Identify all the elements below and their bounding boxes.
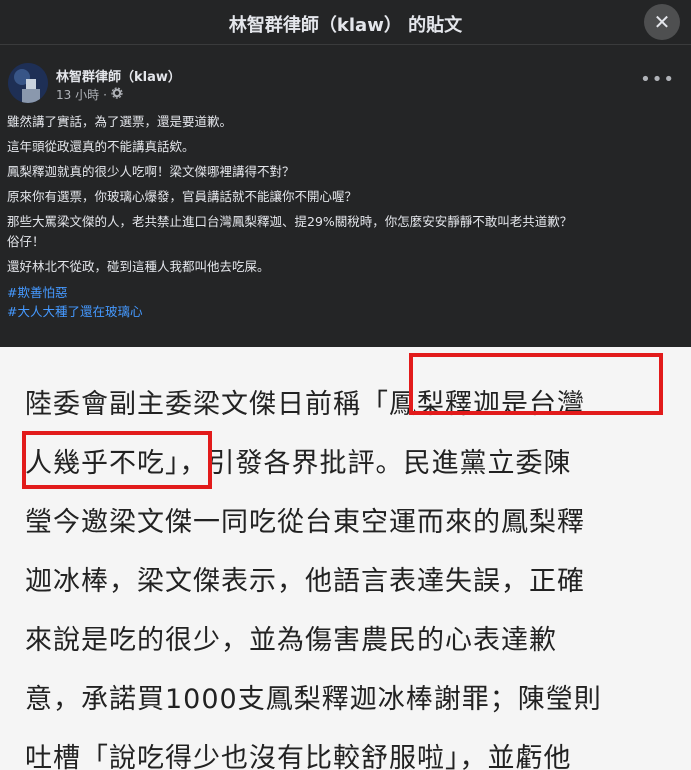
post-container: 林智群律師（klaw） 13 小時 · ••• 雖然講了實話，為了選票，還是要道… <box>0 45 691 347</box>
article-image[interactable]: 陸委會副主委梁文傑日前稱「鳳梨釋迦是台灣 人幾乎不吃」，引發各界批評。民進黨立委… <box>0 347 691 770</box>
post-paragraph: 這年頭從政還真的不能講真話欸。 <box>7 139 195 154</box>
author-name[interactable]: 林智群律師（klaw） <box>56 66 181 85</box>
post-paragraph: 那些大罵梁文傑的人，老共禁止進口台灣鳳梨釋迦、提29%關稅時，你怎麼安安靜靜不敢… <box>7 214 573 229</box>
post-paragraph: 原來你有選票，你玻璃心爆發，官員講話就不能讓你不開心喔？ <box>7 189 358 204</box>
article-line: 意，承諾買1000支鳳梨釋迦冰棒謝罪；陳瑩則 <box>25 684 602 715</box>
post-time[interactable]: 13 小時 <box>56 86 99 103</box>
avatar[interactable] <box>8 63 48 103</box>
article-line: 瑩今邀梁文傑一同吃從台東空運而來的鳳梨釋 <box>25 507 585 538</box>
close-icon: ✕ <box>653 10 671 34</box>
avatar-image <box>8 63 48 103</box>
more-horizontal-icon: ••• <box>640 69 675 90</box>
dialog-title: 林智群律師（klaw） 的貼文 <box>228 15 463 36</box>
post-paragraph: 鳳梨釋迦就真的很少人吃啊！梁文傑哪裡講得不對？ <box>7 164 295 179</box>
post-meta: 13 小時 · <box>56 86 123 103</box>
highlight-box <box>409 353 663 415</box>
hashtag-link[interactable]: #大人大種了還在玻璃心 <box>7 302 687 321</box>
dialog-header: 林智群律師（klaw） 的貼文 ✕ <box>0 0 691 45</box>
highlight-box <box>22 431 212 489</box>
post-paragraph: 雖然講了實話，為了選票，還是要道歉。 <box>7 114 233 129</box>
article-line: 吐槽「說吃得少也沒有比較舒服啦」，並虧他 <box>25 743 572 770</box>
gear-icon <box>111 87 123 102</box>
more-options-button[interactable]: ••• <box>640 69 675 90</box>
post-body: 雖然講了實話，為了選票，還是要道歉。 這年頭從政還真的不能講真話欸。 鳳梨釋迦就… <box>7 113 687 321</box>
hashtag-link[interactable]: #欺善怕惡 <box>7 283 687 302</box>
post-paragraph: 俗仔！ <box>7 234 45 249</box>
article-line: 迦冰棒，梁文傑表示，他語言表達失誤，正確 <box>25 566 585 597</box>
privacy-separator: · <box>103 87 107 102</box>
close-button[interactable]: ✕ <box>644 4 680 40</box>
post-paragraph: 還好林北不從政，碰到這種人我都叫他去吃屎。 <box>7 259 270 274</box>
article-line: 來說是吃的很少，並為傷害農民的心表達歉 <box>25 625 557 656</box>
